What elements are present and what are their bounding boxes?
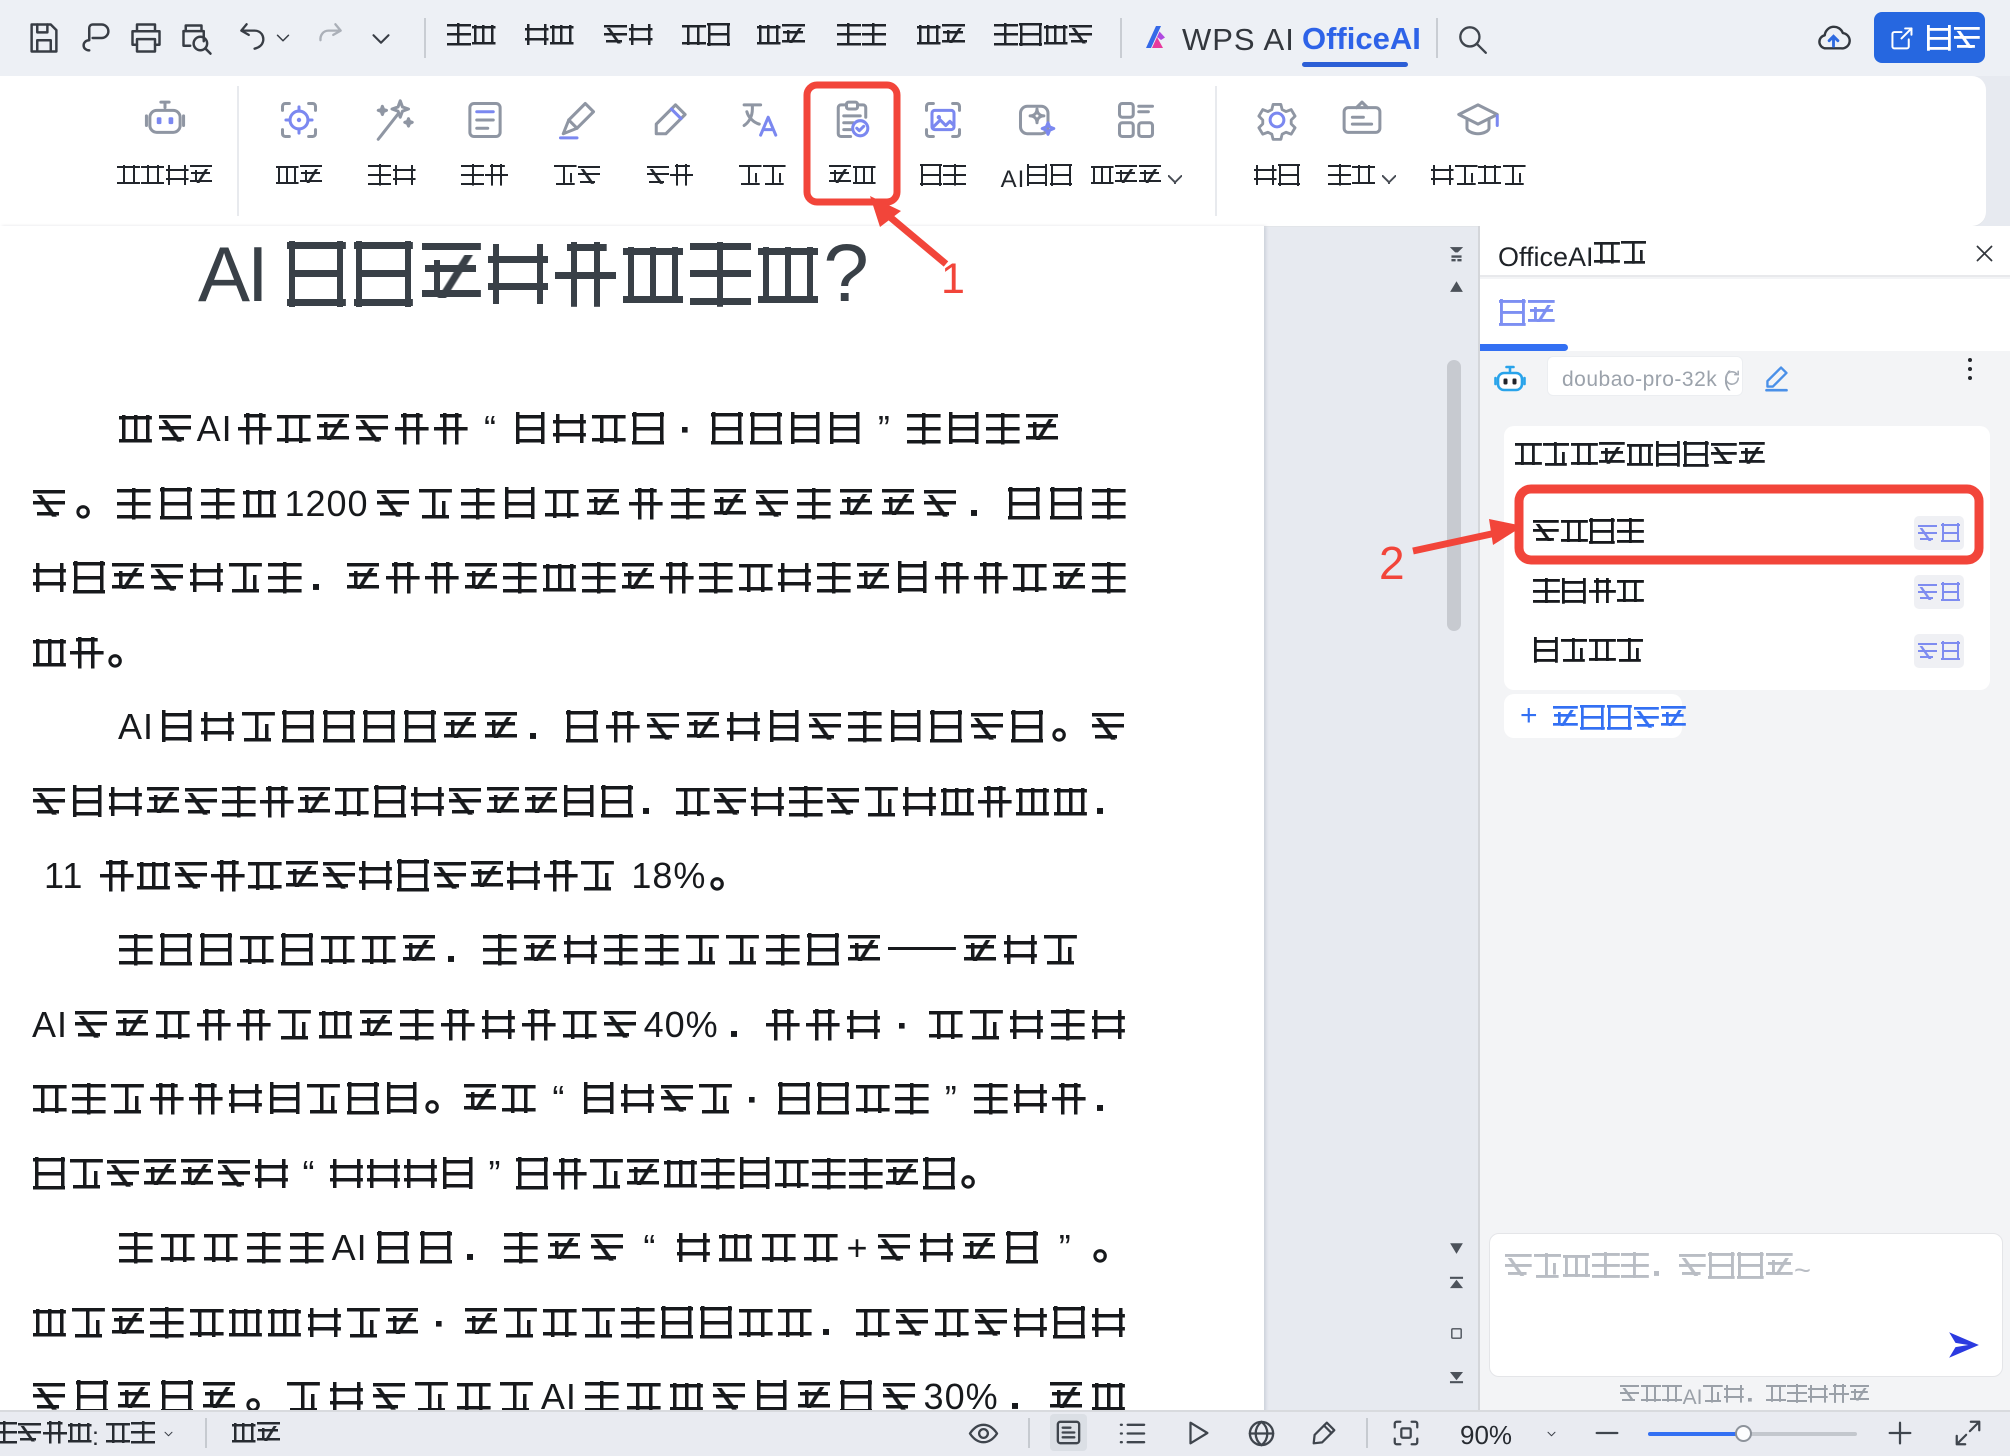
svg-text:2: 2 [1379,537,1405,589]
svg-text:1: 1 [941,255,965,303]
